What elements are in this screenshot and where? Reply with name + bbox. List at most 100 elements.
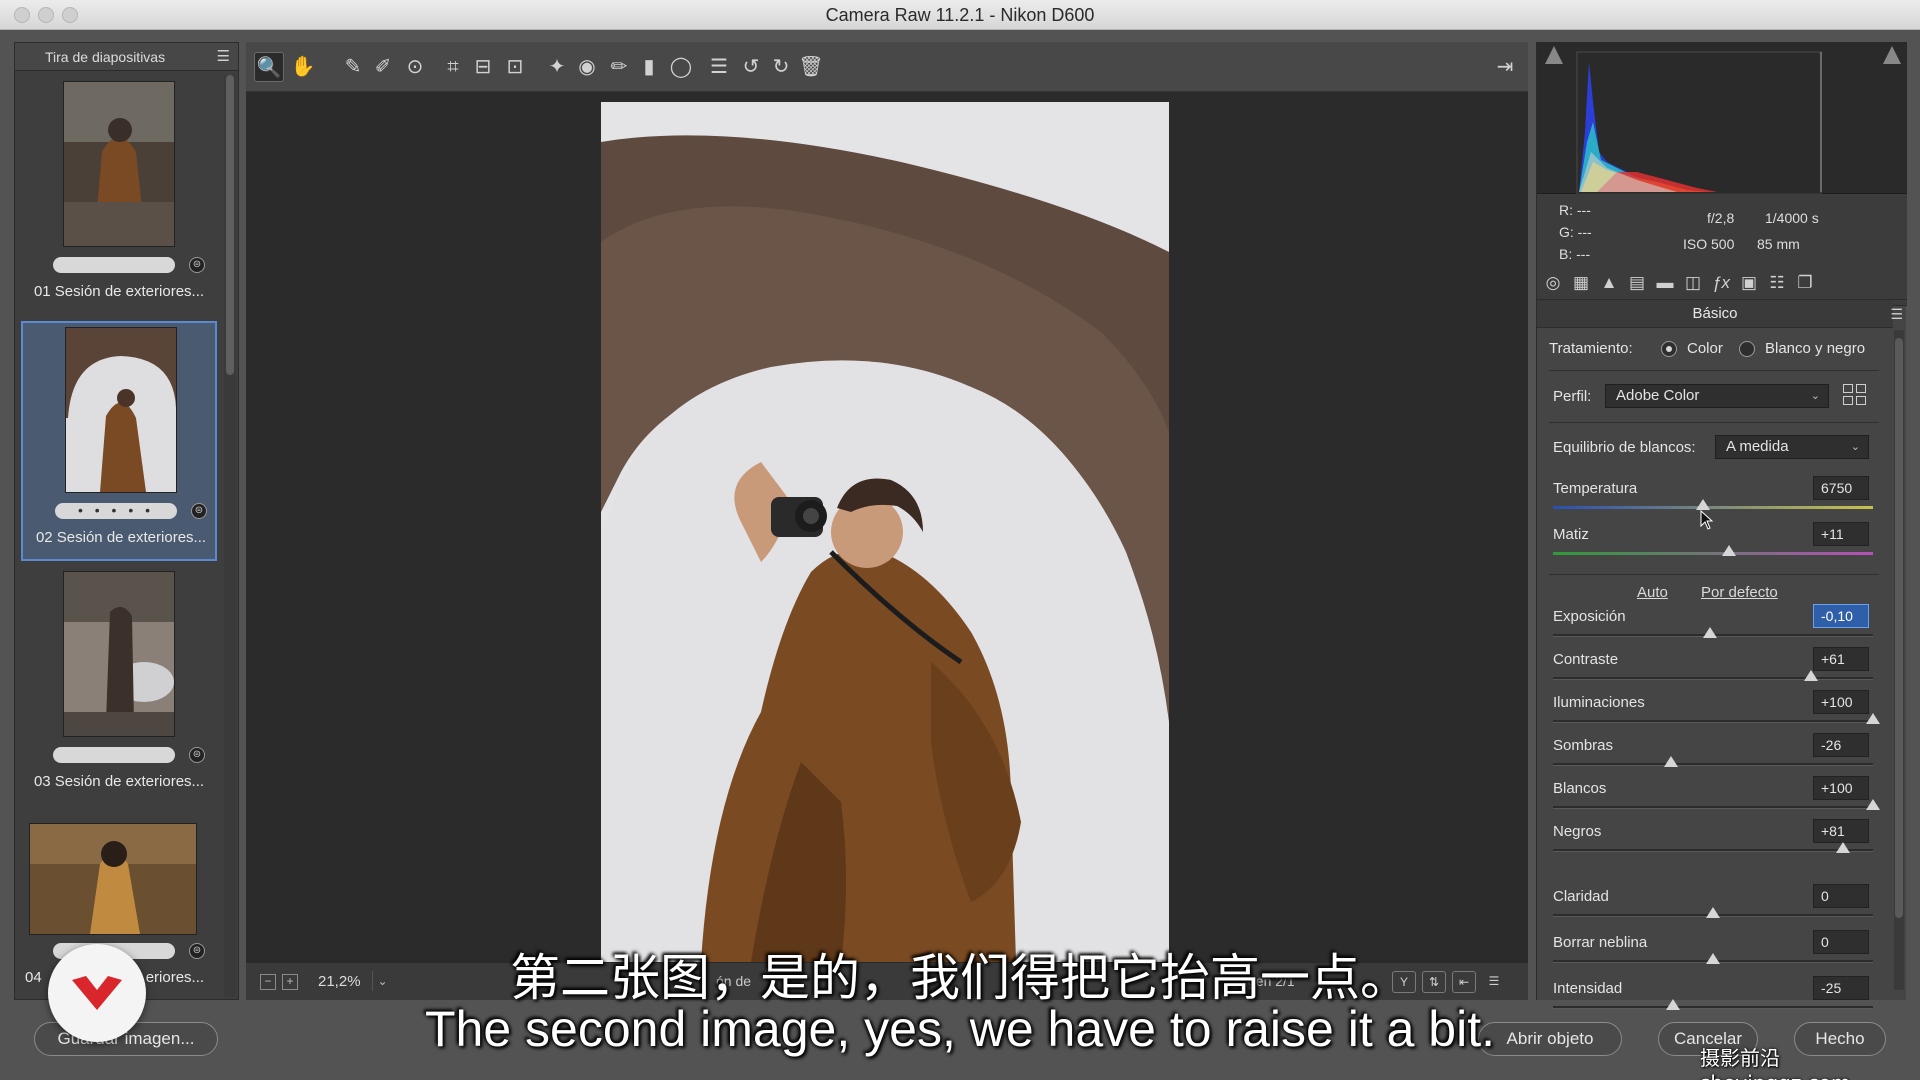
profile-select[interactable]: Adobe Color ⌄ <box>1605 384 1829 408</box>
target-adjust-icon[interactable]: ⊙ <box>400 52 430 82</box>
divider <box>1549 422 1879 423</box>
tab-detail-icon[interactable]: ▲ <box>1597 271 1621 295</box>
preferences-icon[interactable]: ☰ <box>704 52 734 82</box>
tab-presets-icon[interactable]: ☷ <box>1765 271 1789 295</box>
tab-effects-icon[interactable]: ƒx <box>1709 271 1733 295</box>
panel-title: Básico ☰ <box>1537 300 1903 328</box>
transform-icon[interactable]: ⊡ <box>500 52 530 82</box>
slider-label: Claridad <box>1553 888 1609 905</box>
filmstrip-header: Tira de diapositivas ☰ <box>15 43 238 71</box>
tab-calibration-icon[interactable]: ▣ <box>1737 271 1761 295</box>
color-sampler-icon[interactable]: ✐ <box>368 52 398 82</box>
white-balance-icon[interactable]: ✎ <box>338 52 368 82</box>
title-bar: Camera Raw 11.2.1 - Nikon D600 <box>0 0 1920 30</box>
slider-track[interactable] <box>1553 849 1873 852</box>
slider-handle[interactable] <box>1664 756 1679 767</box>
straighten-icon[interactable]: ⊟ <box>468 52 498 82</box>
spot-removal-icon[interactable]: ✦ <box>542 52 572 82</box>
thumbnail-image <box>65 327 177 493</box>
rotate-right-icon[interactable]: ↻ <box>766 52 796 82</box>
hand-icon[interactable]: ✋ <box>288 52 318 82</box>
slider-track[interactable] <box>1553 506 1873 509</box>
filmstrip-scroll-thumb[interactable] <box>226 75 234 375</box>
filmstrip-item-label: 03 Sesión de exteriores... <box>33 773 205 790</box>
slider-track[interactable] <box>1553 552 1873 555</box>
preview-canvas[interactable] <box>246 92 1528 962</box>
slider-value-input[interactable]: +100 <box>1813 690 1869 714</box>
tab-split-toning-icon[interactable]: ▬ <box>1653 271 1677 295</box>
slider-value-input[interactable]: -26 <box>1813 733 1869 757</box>
slider-handle[interactable] <box>1835 842 1850 853</box>
tab-hsl-icon[interactable]: ▤ <box>1625 271 1649 295</box>
profile-label: Perfil: <box>1553 388 1592 405</box>
filmstrip-item-2[interactable]: • • • • • ⊜ 02 Sesión de exteriores... <box>21 321 217 561</box>
toggle-fullscreen-icon[interactable]: ⇥ <box>1490 52 1520 82</box>
panel-menu-icon[interactable]: ☰ <box>1890 300 1903 328</box>
auto-link[interactable]: Auto <box>1637 584 1668 601</box>
tab-lens-icon[interactable]: ◫ <box>1681 271 1705 295</box>
slider-blancos: Blancos +100 <box>1537 776 1893 822</box>
crop-icon[interactable]: ⌗ <box>438 52 468 82</box>
rating-bar[interactable]: • • • • • <box>55 503 177 519</box>
panel-tabs: ◎ ▦ ▲ ▤ ▬ ◫ ƒx ▣ ☷ ❐ <box>1537 266 1907 300</box>
slider-handle[interactable] <box>1702 627 1717 638</box>
slider-track[interactable] <box>1553 677 1873 680</box>
white-balance-select[interactable]: A medida ⌄ <box>1715 435 1869 459</box>
red-readout: R: --- <box>1559 202 1591 218</box>
slider-track[interactable] <box>1553 720 1873 723</box>
slider-handle[interactable] <box>1696 499 1711 510</box>
minimize-window-button[interactable] <box>38 7 54 23</box>
slider-track[interactable] <box>1553 763 1873 766</box>
subtitle-english: The second image, yes, we have to raise … <box>425 1001 1495 1057</box>
rotate-left-icon[interactable]: ↺ <box>736 52 766 82</box>
treatment-color-radio[interactable] <box>1661 341 1677 357</box>
slider-handle[interactable] <box>1803 670 1818 681</box>
slider-value-input[interactable]: +81 <box>1813 819 1869 843</box>
panel-scrollbar[interactable] <box>1894 330 1904 990</box>
slider-value-input[interactable]: +61 <box>1813 647 1869 671</box>
tab-tone-curve-icon[interactable]: ▦ <box>1569 271 1593 295</box>
thumbnail-image <box>63 571 175 737</box>
slider-handle[interactable] <box>1706 907 1720 918</box>
default-link[interactable]: Por defecto <box>1701 584 1778 601</box>
adjustments-badge-icon: ⊜ <box>189 257 205 273</box>
zoom-icon[interactable]: 🔍 <box>254 52 284 82</box>
slider-value-input[interactable]: 6750 <box>1813 476 1869 500</box>
slider-value-input[interactable]: 0 <box>1813 884 1869 908</box>
thumbnail-image <box>63 81 175 247</box>
green-readout: G: --- <box>1559 224 1592 240</box>
graduated-filter-icon[interactable]: ▮ <box>634 52 664 82</box>
slider-value-input[interactable]: +100 <box>1813 776 1869 800</box>
filmstrip-item-label: 01 Sesión de exteriores... <box>33 283 205 300</box>
treatment-color-label: Color <box>1687 340 1723 357</box>
slider-contraste: Contraste +61 <box>1537 647 1893 693</box>
tab-basic-icon[interactable]: ◎ <box>1541 271 1565 295</box>
profile-browser-icon[interactable] <box>1843 384 1867 406</box>
slider-handle[interactable] <box>1866 713 1880 724</box>
slider-iluminaciones: Iluminaciones +100 <box>1537 690 1893 736</box>
red-eye-icon[interactable]: ◉ <box>572 52 602 82</box>
filmstrip-scrollbar[interactable] <box>224 75 236 997</box>
iso-value: ISO 500 <box>1683 236 1735 252</box>
panel-title-text: Básico <box>1692 305 1738 322</box>
close-window-button[interactable] <box>14 7 30 23</box>
slider-label: Contraste <box>1553 651 1619 668</box>
zoom-window-button[interactable] <box>62 7 78 23</box>
panel-scroll-thumb[interactable] <box>1895 338 1903 918</box>
rating-bar[interactable] <box>53 257 175 273</box>
slider-value-input[interactable]: -0,10 <box>1813 604 1869 628</box>
tab-snapshots-icon[interactable]: ❐ <box>1793 271 1817 295</box>
treatment-bw-radio[interactable] <box>1739 341 1755 357</box>
adjustment-brush-icon[interactable]: ✏ <box>604 52 634 82</box>
filmstrip-item-3[interactable]: ⊜ 03 Sesión de exteriores... <box>21 567 217 807</box>
rating-bar[interactable] <box>53 747 175 763</box>
preview-image[interactable] <box>601 102 1169 962</box>
radial-filter-icon[interactable]: ◯ <box>666 52 696 82</box>
slider-handle[interactable] <box>1866 799 1880 810</box>
filmstrip-item-1[interactable]: ⊜ 01 Sesión de exteriores... <box>21 77 217 317</box>
slider-value-input[interactable]: +11 <box>1813 522 1869 546</box>
delete-icon[interactable]: 🗑 <box>796 52 826 82</box>
filmstrip-menu-icon[interactable]: ☰ <box>217 43 230 71</box>
slider-handle[interactable] <box>1722 545 1736 556</box>
slider-track[interactable] <box>1553 806 1873 809</box>
